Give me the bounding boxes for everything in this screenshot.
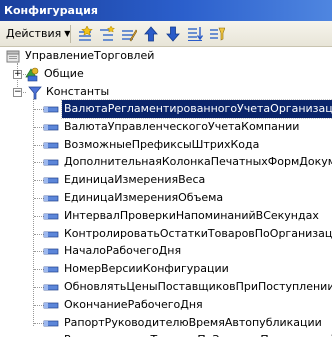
constant-icon [43,302,59,309]
tree-node-label: УправлениеТорговлей [25,49,155,62]
constant-icon [43,231,59,238]
constant-label: НачалоРабочегоДня [64,244,182,257]
expand-icon[interactable]: + [13,70,22,79]
toolbar-separator [70,25,71,43]
constant-icon [43,332,59,337]
constant-label: РезервироватьТоваровПоЗаказамПокупателей [64,331,332,337]
sort-button[interactable] [186,25,204,43]
constant-item[interactable]: НомерВерсииКонфигурации [0,260,332,278]
constants-group-icon [28,86,42,100]
constant-icon [43,195,59,202]
sort-icon [188,27,203,41]
tree-node-label: Общие [44,67,84,80]
constant-label: КонтролироватьОстаткиТоваровПоОрганизаци… [64,227,332,240]
constant-label: РапортРуководителюВремяАвтопубликации [64,316,322,329]
constant-icon [43,320,59,327]
constant-label: ОбновлятьЦеныПоставщиковПриПоступленииТо… [64,280,332,293]
config-root-icon [6,50,20,63]
constant-item[interactable]: ВалютаУправленческогоУчетаКомпании [0,118,332,136]
constant-label: ВозможныеПрефиксыШтрихКода [64,138,260,151]
constant-item[interactable]: НачалоРабочегоДня [0,242,332,260]
constant-item[interactable]: РапортРуководителюВремяАвтопубликации [0,314,332,332]
tree-node-constants[interactable]: − Константы [0,83,332,101]
constant-item[interactable]: КонтролироватьОстаткиТоваровПоОрганизаци… [0,225,332,243]
constant-icon [43,177,59,184]
toolbar: Действия ▼ [0,21,332,47]
constant-item[interactable]: ЕдиницаИзмеренияВеса [0,171,332,189]
constant-icon [43,159,59,166]
tree-node-label: Константы [46,85,110,98]
actions-menu-button[interactable]: Действия ▼ [6,26,70,42]
constant-item[interactable]: РезервироватьТоваровПоЗаказамПокупателей [0,331,332,337]
constant-label: ДополнительнаяКолонкаПечатныхФормДокумен… [64,155,332,168]
move-up-button[interactable] [142,25,160,43]
constant-label: ЕдиницаИзмеренияОбъема [64,191,224,204]
constant-icon [43,266,59,273]
constant-item[interactable]: ИнтервалПроверкиНапоминанийВСекундах [0,207,332,225]
filter-icon [210,27,225,41]
constant-label: НомерВерсииКонфигурации [64,262,229,275]
move-down-button[interactable] [164,25,182,43]
constant-item[interactable]: ВозможныеПрефиксыШтрихКода [0,136,332,154]
actions-label: Действия [6,27,62,40]
constant-label: ВалютаРегламентированногоУчетаОрганизаци… [60,99,332,119]
constant-item[interactable]: ЕдиницаИзмеренияОбъема [0,189,332,207]
constant-item[interactable]: ОбновлятьЦеныПоставщиковПриПоступленииТо… [0,278,332,296]
tree-node-root[interactable]: УправлениеТорговлей [0,47,332,65]
constant-icon [43,142,59,149]
constant-label: ВалютаУправленческогоУчетаКомпании [64,120,300,133]
move-up-icon [144,26,158,42]
move-down-icon [166,26,180,42]
configuration-tree: УправлениеТорговлей + Общие − Константы … [0,47,332,337]
constant-label: ЕдиницаИзмеренияВеса [64,173,206,186]
add-button[interactable] [76,25,94,43]
edit-icon [122,29,137,42]
constant-label: ИнтервалПроверкиНапоминанийВСекундах [64,209,319,222]
edit-button[interactable] [120,25,138,43]
constant-icon [43,284,59,291]
add-child-button[interactable] [98,25,116,43]
collapse-icon[interactable]: − [13,88,22,97]
add-child-icon [100,26,115,41]
filter-button[interactable] [208,25,226,43]
constant-item[interactable]: ОкончаниеРабочегоДня [0,296,332,314]
constant-item[interactable]: ВалютаРегламентированногоУчетаОрганизаци… [0,99,332,119]
window-title: Конфигурация [0,0,332,21]
general-group-icon [25,67,39,82]
add-icon [79,26,93,41]
tree-node-general[interactable]: + Общие [0,65,332,83]
constant-label: ОкончаниеРабочегоДня [64,298,203,311]
constant-icon [43,248,59,255]
constant-item[interactable]: ДополнительнаяКолонкаПечатныхФормДокумен… [0,153,332,171]
constant-icon [43,106,59,113]
constant-icon [43,213,59,220]
constant-icon [43,124,59,131]
